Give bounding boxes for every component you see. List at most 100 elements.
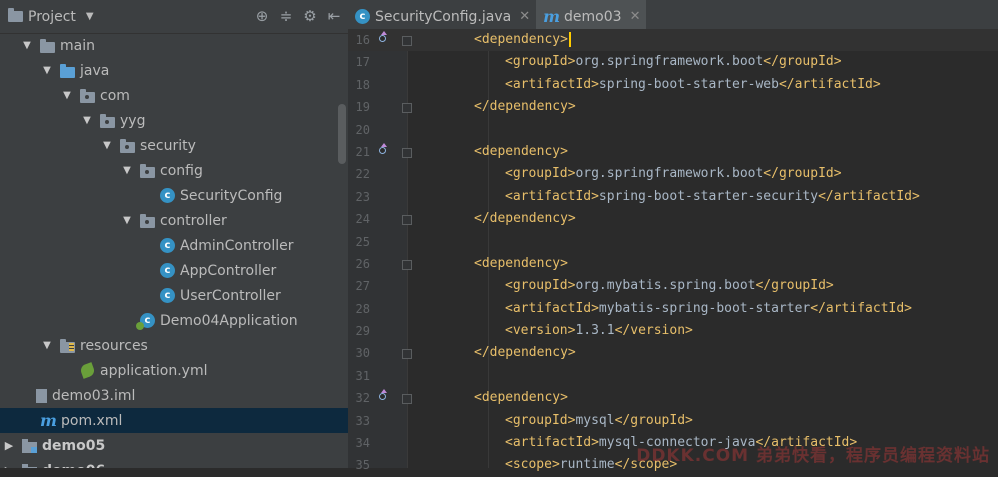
- tree-item-label: AppController: [180, 262, 277, 279]
- tree-item-admincontroller[interactable]: c AdminController: [0, 233, 348, 258]
- line-number: 29: [355, 324, 370, 339]
- tree-item-securityconfig[interactable]: c SecurityConfig: [0, 183, 348, 208]
- tree-item-demo03-iml[interactable]: demo03.iml: [0, 383, 348, 408]
- hide-panel-icon[interactable]: ⇤: [326, 7, 342, 25]
- fold-toggle-icon[interactable]: [402, 259, 412, 270]
- chevron-down-icon[interactable]: ▼: [120, 165, 134, 176]
- tree-item-yyg[interactable]: ▼ yyg: [0, 108, 348, 133]
- line-number: 35: [355, 458, 370, 473]
- tree-item-com[interactable]: ▼ com: [0, 83, 348, 108]
- line-number: 18: [355, 77, 370, 92]
- code-line[interactable]: 23 <artifactId>spring-boot-starter-securi…: [348, 186, 998, 208]
- xml-tag: <dependency>: [474, 255, 568, 271]
- code-line[interactable]: 28 <artifactId>mybatis-spring-boot-starte…: [348, 298, 998, 320]
- chevron-down-icon[interactable]: ▼: [40, 340, 54, 351]
- code-line[interactable]: 19 </dependency>: [348, 96, 998, 118]
- xml-tag: <dependency>: [474, 390, 568, 406]
- collapse-all-icon[interactable]: ≑: [278, 7, 294, 25]
- line-number: 22: [355, 167, 370, 182]
- xml-tag: <scope>: [505, 457, 560, 473]
- code-text: <dependency>: [474, 387, 568, 409]
- tree-item-label: java: [80, 62, 110, 79]
- code-text: <groupId>org.springframework.boot</group…: [505, 163, 842, 185]
- locate-file-icon[interactable]: ⊕: [254, 7, 270, 25]
- project-view-selector[interactable]: Project ▼: [6, 8, 94, 25]
- maven-dependency-gutter-icon[interactable]: [377, 31, 387, 44]
- chevron-right-icon[interactable]: ▶: [2, 439, 16, 452]
- tree-item-usercontroller[interactable]: c UserController: [0, 283, 348, 308]
- close-icon[interactable]: ✕: [630, 9, 641, 24]
- maven-dependency-gutter-icon[interactable]: [377, 389, 387, 402]
- project-panel-title: Project: [28, 8, 76, 25]
- project-panel: Project ▼ ⊕ ≑ ⚙ ⇤ ▼ main ▼ java ▼ com ▼ yyg ▼ sec…: [0, 0, 348, 468]
- chevron-down-icon[interactable]: ▼: [60, 90, 74, 101]
- chevron-down-icon[interactable]: ▼: [120, 215, 134, 226]
- tree-item-appcontroller[interactable]: c AppController: [0, 258, 348, 283]
- tree-item-label: com: [100, 87, 130, 104]
- tree-item-pom-xml[interactable]: m pom.xml: [0, 408, 348, 433]
- maven-dependency-gutter-icon[interactable]: [377, 142, 387, 156]
- xml-value: spring-boot-starter-security: [598, 188, 819, 204]
- package-icon: [120, 138, 135, 153]
- fold-toggle-icon[interactable]: [402, 215, 412, 226]
- xml-tag: </groupId>: [755, 278, 834, 294]
- chevron-down-icon[interactable]: ▼: [100, 140, 114, 151]
- code-line[interactable]: 31: [348, 365, 998, 387]
- code-line[interactable]: 29 <version>1.3.1</version>: [348, 320, 998, 342]
- fold-toggle-icon[interactable]: [402, 36, 412, 46]
- code-line[interactable]: 24 </dependency>: [348, 208, 998, 230]
- code-line[interactable]: 21 <dependency>: [348, 141, 998, 163]
- tree-item-main[interactable]: ▼ main: [0, 33, 348, 58]
- line-number: 34: [355, 436, 370, 451]
- code-line[interactable]: 32 <dependency>: [348, 387, 998, 409]
- chevron-down-icon[interactable]: ▼: [40, 65, 54, 76]
- code-line[interactable]: 22 <groupId>org.springframework.boot</gro…: [348, 163, 998, 185]
- tree-item-resources[interactable]: ▼ resources: [0, 333, 348, 358]
- xml-tag: <dependency>: [474, 143, 568, 159]
- xml-tag: </version>: [614, 323, 693, 339]
- tree-item-java[interactable]: ▼ java: [0, 58, 348, 83]
- line-number: 24: [355, 212, 370, 227]
- module-icon: [22, 438, 37, 453]
- tree-item-security[interactable]: ▼ security: [0, 133, 348, 158]
- tree-item-demo06[interactable]: ▶ demo06: [0, 458, 348, 468]
- chevron-down-icon[interactable]: ▼: [20, 40, 34, 51]
- line-number: 26: [355, 256, 370, 271]
- tree-item-config[interactable]: ▼ config: [0, 158, 348, 183]
- project-tree-scrollbar[interactable]: [338, 104, 346, 164]
- chevron-down-icon[interactable]: ▼: [80, 115, 94, 126]
- fold-toggle-icon[interactable]: [402, 103, 412, 114]
- code-area[interactable]: 16 <dependency> 17 <groupId>org.springframe…: [348, 29, 998, 477]
- code-text: <artifactId>mybatis-spring-boot-starter<…: [505, 298, 912, 320]
- code-line[interactable]: 18 <artifactId>spring-boot-starter-web</a…: [348, 74, 998, 96]
- tree-item-application-yml[interactable]: application.yml: [0, 358, 348, 383]
- resources-folder-icon: [60, 338, 75, 353]
- code-line[interactable]: 20: [348, 119, 998, 141]
- code-line[interactable]: 33 <groupId>mysql</groupId>: [348, 410, 998, 432]
- fold-toggle-icon[interactable]: [402, 394, 412, 405]
- tree-item-demo04application[interactable]: c Demo04Application: [0, 308, 348, 333]
- code-line[interactable]: 30 </dependency>: [348, 342, 998, 364]
- fold-toggle-icon[interactable]: [402, 147, 412, 158]
- editor: c SecurityConfig.java ✕ m demo03 ✕ 16 <depende…: [348, 0, 998, 472]
- xml-tag: </groupId>: [614, 412, 693, 428]
- tree-item-demo05[interactable]: ▶ demo05: [0, 433, 348, 458]
- close-icon[interactable]: ✕: [519, 9, 530, 24]
- xml-value: org.springframework.boot: [575, 166, 764, 182]
- code-text: </dependency>: [474, 342, 576, 364]
- project-panel-toolbar: ⊕ ≑ ⚙ ⇤: [254, 7, 342, 25]
- chevron-right-icon[interactable]: ▶: [2, 464, 16, 468]
- chevron-down-icon[interactable]: ▼: [86, 11, 94, 22]
- code-line[interactable]: 26 <dependency>: [348, 253, 998, 275]
- fold-toggle-icon[interactable]: [402, 349, 412, 360]
- code-text: <groupId>org.mybatis.spring.boot</groupI…: [505, 275, 834, 297]
- code-line[interactable]: 25: [348, 231, 998, 253]
- line-number: 33: [355, 413, 370, 428]
- code-line[interactable]: 16 <dependency>: [348, 29, 998, 52]
- code-line[interactable]: 27 <groupId>org.mybatis.spring.boot</grou…: [348, 275, 998, 297]
- code-line[interactable]: 17 <groupId>org.springframework.boot</gro…: [348, 51, 998, 73]
- gear-icon[interactable]: ⚙: [302, 7, 318, 25]
- xml-value: org.springframework.boot: [575, 54, 764, 70]
- line-number: 20: [355, 122, 370, 137]
- tree-item-controller[interactable]: ▼ controller: [0, 208, 348, 233]
